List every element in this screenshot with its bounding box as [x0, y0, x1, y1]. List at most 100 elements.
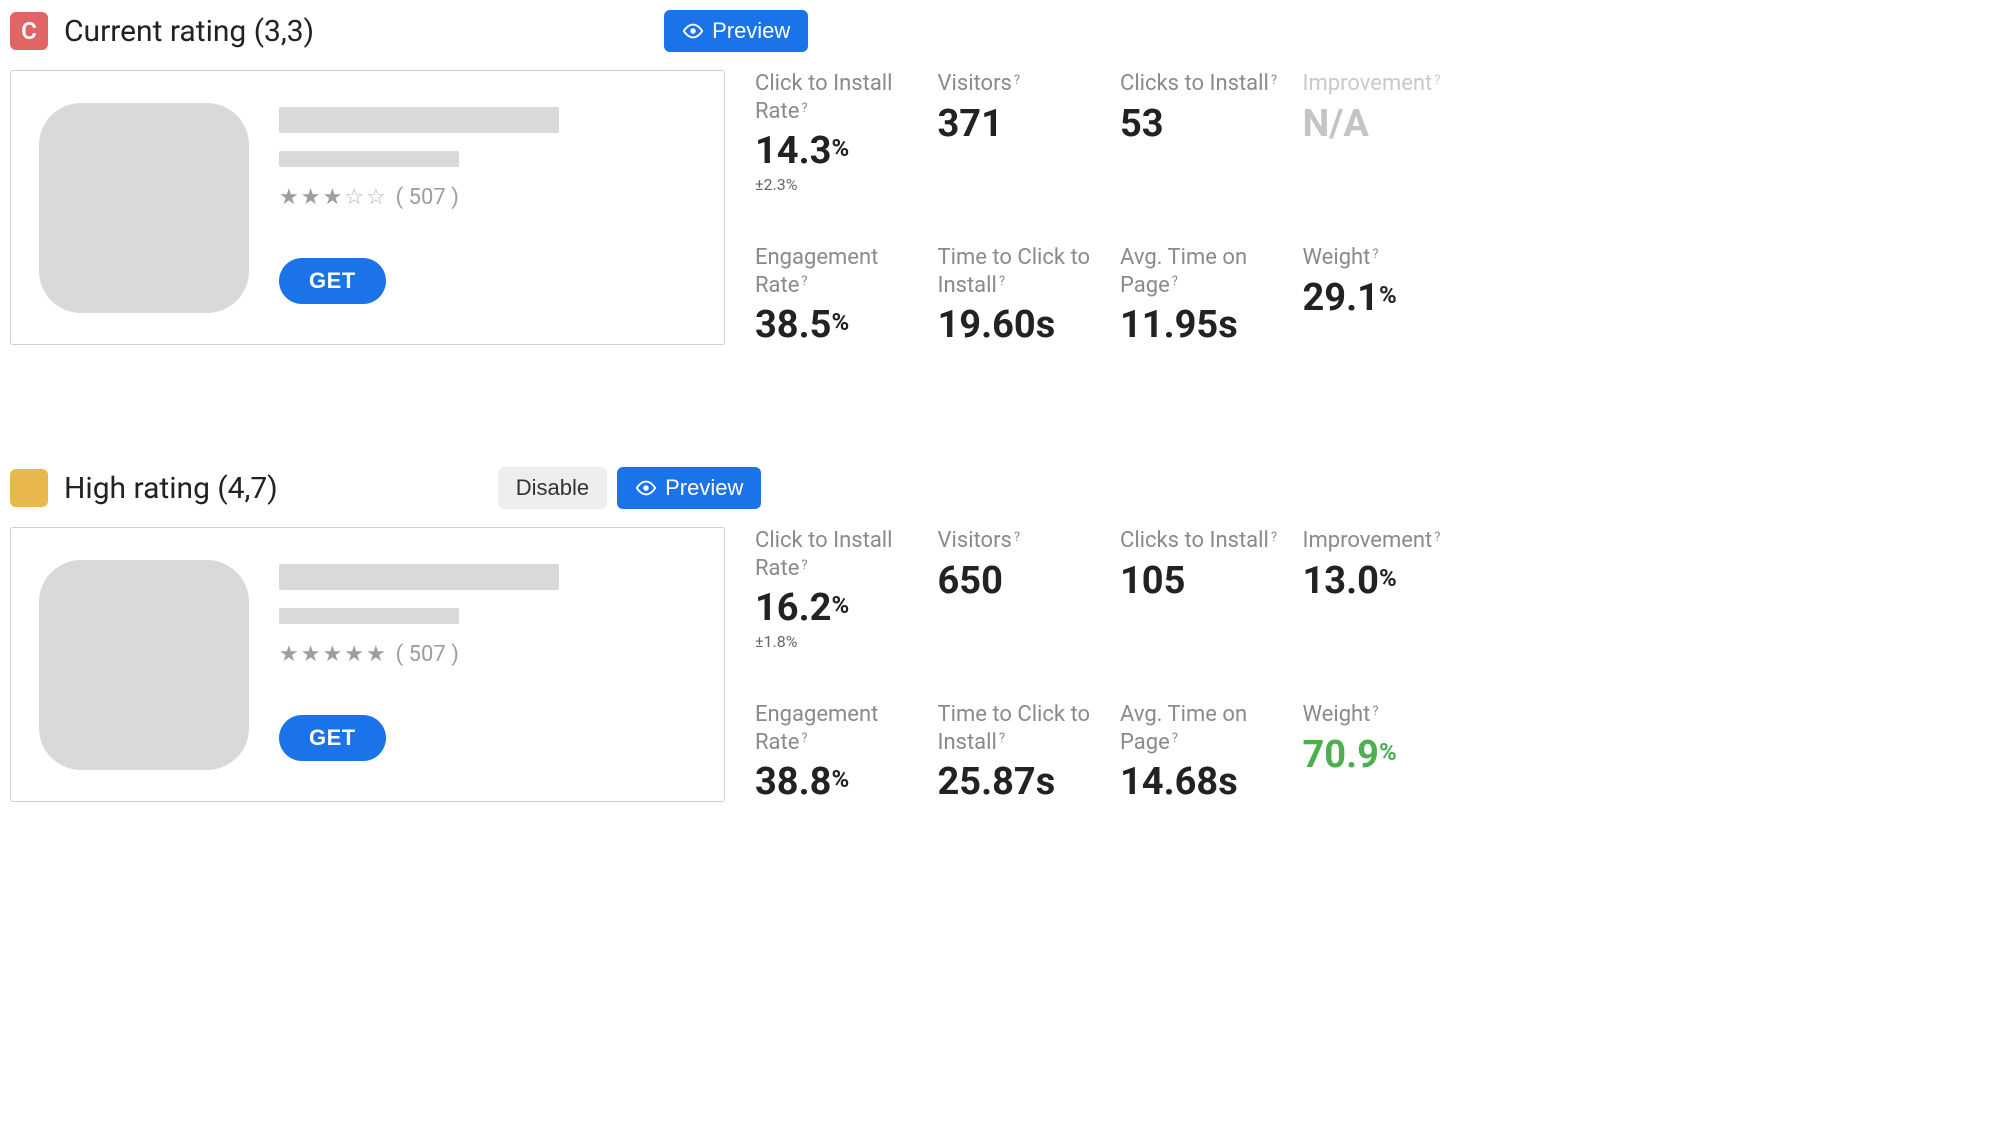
metric-label: Improvement	[1303, 528, 1433, 553]
metric-value: 19.60s	[938, 305, 1111, 347]
variant-badge: C	[10, 12, 48, 50]
help-icon[interactable]: ?	[1014, 530, 1020, 545]
metric-value: 105	[1120, 561, 1293, 603]
metric-label: Engagement Rate	[755, 245, 878, 298]
star-rating: ★★★☆☆	[279, 187, 386, 209]
app-preview-card: ★★★☆☆ ( 507 ) GET	[10, 70, 725, 345]
metric-label: Time to Click to Install	[938, 702, 1091, 755]
metric-clicks-to-install: Clicks to Install? 53	[1120, 70, 1293, 194]
variant-block-a: C Current rating (3,3) Preview ★★★☆☆ ( 5…	[10, 10, 1988, 347]
metric-label: Clicks to Install	[1120, 528, 1269, 553]
metric-value: N/A	[1303, 104, 1476, 146]
help-icon[interactable]: ?	[1014, 73, 1020, 88]
metric-improvement: Improvement? 13.0%	[1303, 527, 1476, 651]
help-icon[interactable]: ?	[1172, 731, 1178, 746]
metrics-grid: Click to Install Rate? 16.2% ±1.8% Visit…	[755, 527, 1475, 804]
metric-value: 14.68s	[1120, 762, 1293, 804]
app-subtitle-placeholder	[279, 151, 459, 167]
metric-label: Avg. Time on Page	[1120, 245, 1247, 298]
metric-label: Click to Install Rate	[755, 71, 892, 124]
help-icon[interactable]: ?	[1372, 247, 1378, 262]
help-icon[interactable]: ?	[801, 101, 807, 116]
metric-avg-time-on-page: Avg. Time on Page? 14.68s	[1120, 701, 1293, 804]
help-icon[interactable]: ?	[1271, 530, 1277, 545]
metric-sub: ±1.8%	[755, 632, 928, 651]
metric-label: Weight	[1303, 702, 1371, 727]
help-icon[interactable]: ?	[1434, 73, 1440, 88]
metric-label: Visitors	[938, 71, 1012, 96]
variant-header: C Current rating (3,3) Preview	[10, 10, 1988, 52]
app-icon-placeholder	[39, 103, 249, 313]
help-icon[interactable]: ?	[999, 274, 1005, 289]
rating-count: ( 507 )	[396, 185, 459, 210]
metric-avg-time-on-page: Avg. Time on Page? 11.95s	[1120, 244, 1293, 347]
metric-time-to-click: Time to Click to Install? 25.87s	[938, 701, 1111, 804]
app-meta: ★★★☆☆ ( 507 ) GET	[279, 103, 696, 304]
metric-click-install-rate: Click to Install Rate? 16.2% ±1.8%	[755, 527, 928, 651]
metric-value: 38.5%	[755, 305, 928, 347]
preview-button-label: Preview	[712, 18, 790, 44]
metric-click-install-rate: Click to Install Rate? 14.3% ±2.3%	[755, 70, 928, 194]
metric-value: 38.8%	[755, 762, 928, 804]
disable-button[interactable]: Disable	[498, 467, 607, 509]
eye-icon	[682, 20, 704, 42]
app-title-placeholder	[279, 107, 559, 133]
preview-button-label: Preview	[665, 475, 743, 501]
metric-value: 25.87s	[938, 762, 1111, 804]
metric-value: 13.0%	[1303, 561, 1476, 603]
metric-value: 650	[938, 561, 1111, 603]
app-preview-card: ★★★★★ ( 507 ) GET	[10, 527, 725, 802]
metric-label: Time to Click to Install	[938, 245, 1091, 298]
rating-count: ( 507 )	[396, 642, 459, 667]
metric-time-to-click: Time to Click to Install? 19.60s	[938, 244, 1111, 347]
rating-row: ★★★☆☆ ( 507 )	[279, 185, 696, 210]
metric-visitors: Visitors? 371	[938, 70, 1111, 194]
metric-value: 14.3%	[755, 131, 928, 173]
variant-body: ★★★★★ ( 507 ) GET Click to Install Rate?…	[10, 527, 1988, 804]
metric-value: 70.9%	[1303, 735, 1476, 777]
preview-button[interactable]: Preview	[617, 467, 761, 509]
help-icon[interactable]: ?	[801, 731, 807, 746]
metric-sub: ±2.3%	[755, 175, 928, 194]
help-icon[interactable]: ?	[1172, 274, 1178, 289]
metrics-grid: Click to Install Rate? 14.3% ±2.3% Visit…	[755, 70, 1475, 347]
variant-title: Current rating (3,3)	[64, 14, 314, 49]
help-icon[interactable]: ?	[801, 558, 807, 573]
metric-improvement: Improvement? N/A	[1303, 70, 1476, 194]
help-icon[interactable]: ?	[1271, 73, 1277, 88]
get-button[interactable]: GET	[279, 258, 386, 304]
metric-label: Improvement	[1303, 71, 1433, 96]
metric-visitors: Visitors? 650	[938, 527, 1111, 651]
metric-value: 29.1%	[1303, 278, 1476, 320]
help-icon[interactable]: ?	[1434, 530, 1440, 545]
variant-body: ★★★☆☆ ( 507 ) GET Click to Install Rate?…	[10, 70, 1988, 347]
variant-title: High rating (4,7)	[64, 471, 278, 506]
app-title-placeholder	[279, 564, 559, 590]
app-meta: ★★★★★ ( 507 ) GET	[279, 560, 696, 761]
metric-weight: Weight? 29.1%	[1303, 244, 1476, 347]
metric-value: 11.95s	[1120, 305, 1293, 347]
variant-badge	[10, 469, 48, 507]
preview-button[interactable]: Preview	[664, 10, 808, 52]
metric-engagement-rate: Engagement Rate? 38.8%	[755, 701, 928, 804]
variant-block-b: High rating (4,7) Disable Preview ★★★★★ …	[10, 467, 1988, 804]
metric-value: 16.2%	[755, 588, 928, 630]
metric-value: 371	[938, 104, 1111, 146]
metric-label: Engagement Rate	[755, 702, 878, 755]
metric-value: 53	[1120, 104, 1293, 146]
metric-label: Visitors	[938, 528, 1012, 553]
metric-label: Avg. Time on Page	[1120, 702, 1247, 755]
metric-weight: Weight? 70.9%	[1303, 701, 1476, 804]
get-button[interactable]: GET	[279, 715, 386, 761]
help-icon[interactable]: ?	[999, 731, 1005, 746]
variant-header: High rating (4,7) Disable Preview	[10, 467, 1988, 509]
eye-icon	[635, 477, 657, 499]
metric-engagement-rate: Engagement Rate? 38.5%	[755, 244, 928, 347]
help-icon[interactable]: ?	[1372, 704, 1378, 719]
metric-label: Clicks to Install	[1120, 71, 1269, 96]
rating-row: ★★★★★ ( 507 )	[279, 642, 696, 667]
metric-label: Weight	[1303, 245, 1371, 270]
metric-label: Click to Install Rate	[755, 528, 892, 581]
help-icon[interactable]: ?	[801, 274, 807, 289]
metric-clicks-to-install: Clicks to Install? 105	[1120, 527, 1293, 651]
